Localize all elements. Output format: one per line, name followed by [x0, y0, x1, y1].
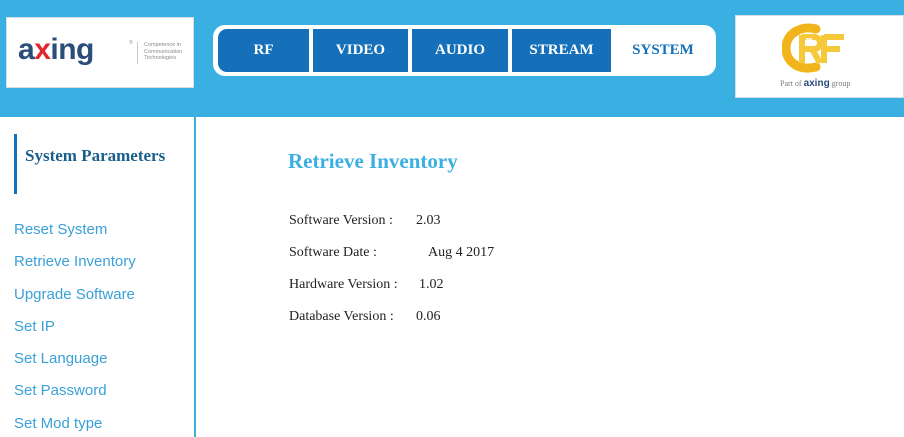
sidebar-divider [194, 117, 196, 437]
info-value: 2.03 [416, 213, 441, 228]
info-label: Hardware Version : [289, 277, 398, 292]
sidebar-item-set-password[interactable]: Set Password [14, 382, 136, 414]
logo-divider [137, 42, 138, 64]
header-bar: axing ® Competence in Communication Tech… [0, 0, 904, 117]
rf-logo-icon [782, 23, 844, 73]
sidebar-item-upgrade-software[interactable]: Upgrade Software [14, 286, 136, 318]
tab-system[interactable]: SYSTEM [615, 29, 711, 72]
section-accent-bar [14, 134, 17, 194]
brand-tagline: Competence in Communication Technologies [144, 42, 183, 61]
info-value: 1.02 [419, 277, 444, 292]
sidebar-item-reset-system[interactable]: Reset System [14, 221, 136, 253]
page-title: Retrieve Inventory [288, 149, 458, 173]
sidebar-item-set-ip[interactable]: Set IP [14, 318, 136, 350]
tab-stream[interactable]: STREAM [512, 29, 611, 72]
rf-logo: Part of axing group [735, 15, 904, 98]
tab-rf[interactable]: RF [218, 29, 309, 72]
sidebar-item-set-mod-type[interactable]: Set Mod type [14, 415, 136, 437]
sidebar-section-title: System Parameters [25, 146, 166, 165]
sidebar-menu: Reset System Retrieve Inventory Upgrade … [14, 221, 136, 437]
registered-mark: ® [129, 40, 133, 46]
axing-logo[interactable]: axing ® Competence in Communication Tech… [6, 17, 194, 88]
sidebar-item-retrieve-inventory[interactable]: Retrieve Inventory [14, 253, 136, 285]
info-label: Software Version : [289, 213, 393, 228]
main-nav: RF VIDEO AUDIO STREAM SYSTEM [213, 25, 716, 76]
brand-name: axing [18, 33, 94, 66]
info-value: 0.06 [416, 309, 441, 324]
sidebar-item-set-language[interactable]: Set Language [14, 350, 136, 382]
rf-caption: Part of axing group [780, 78, 851, 89]
info-label: Database Version : [289, 309, 394, 324]
tab-video[interactable]: VIDEO [313, 29, 408, 72]
tab-audio[interactable]: AUDIO [412, 29, 508, 72]
info-value: Aug 4 2017 [428, 245, 495, 260]
info-label: Software Date : [289, 245, 377, 260]
